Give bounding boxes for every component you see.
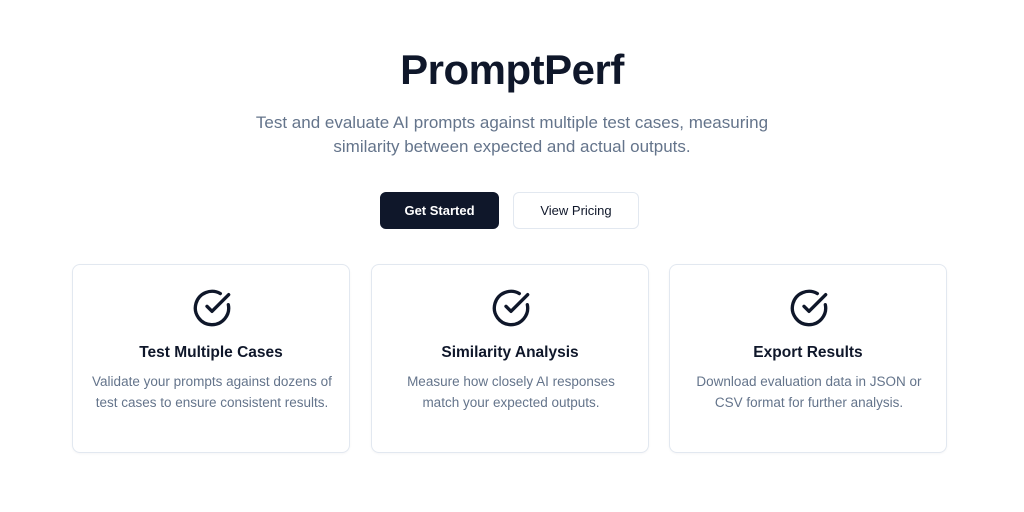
check-circle-icon — [790, 289, 828, 327]
check-circle-icon — [193, 289, 231, 327]
feature-description: Measure how closely AI responses match y… — [407, 374, 615, 410]
feature-card-export-results: Export Results Download evaluation data … — [669, 264, 947, 453]
feature-title: Similarity Analysis — [441, 344, 579, 361]
landing-page: PromptPerf Test and evaluate AI prompts … — [0, 0, 1024, 512]
feature-description: Download evaluation data in JSON or CSV … — [696, 374, 922, 410]
feature-card-test-multiple-cases: Test Multiple Cases Validate your prompt… — [72, 264, 350, 453]
view-pricing-button[interactable]: View Pricing — [513, 192, 639, 229]
page-title: PromptPerf — [400, 46, 624, 93]
feature-card-similarity-analysis: Similarity Analysis Measure how closely … — [371, 264, 649, 453]
get-started-button[interactable]: Get Started — [380, 192, 499, 229]
feature-title: Export Results — [753, 344, 863, 361]
hero-subtitle: Test and evaluate AI prompts against mul… — [255, 113, 769, 156]
feature-description: Validate your prompts against dozens of … — [92, 374, 332, 410]
check-circle-icon — [492, 289, 530, 327]
feature-title: Test Multiple Cases — [139, 344, 283, 361]
